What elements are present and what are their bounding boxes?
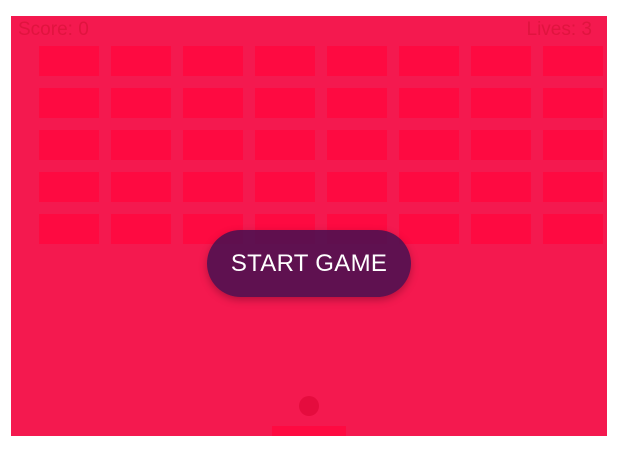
- brick: [543, 172, 603, 202]
- brick: [399, 214, 459, 244]
- score-display: Score: 0: [18, 19, 89, 40]
- game-canvas[interactable]: Score: 0 Lives: 3 START GAME: [11, 16, 607, 436]
- brick: [543, 214, 603, 244]
- brick: [255, 172, 315, 202]
- brick: [327, 172, 387, 202]
- brick: [111, 46, 171, 76]
- brick: [543, 46, 603, 76]
- brick: [39, 130, 99, 160]
- start-game-button[interactable]: START GAME: [207, 230, 411, 297]
- brick: [327, 46, 387, 76]
- brick: [39, 172, 99, 202]
- brick: [471, 172, 531, 202]
- brick: [183, 46, 243, 76]
- brick: [39, 46, 99, 76]
- brick: [111, 172, 171, 202]
- brick: [399, 130, 459, 160]
- brick: [471, 130, 531, 160]
- brick: [327, 88, 387, 118]
- brick: [111, 214, 171, 244]
- brick: [471, 46, 531, 76]
- brick: [255, 88, 315, 118]
- brick: [255, 46, 315, 76]
- brick: [327, 130, 387, 160]
- brick: [39, 214, 99, 244]
- brick: [183, 130, 243, 160]
- brick: [399, 46, 459, 76]
- brick: [471, 88, 531, 118]
- paddle[interactable]: [272, 426, 346, 436]
- lives-display: Lives: 3: [526, 19, 592, 40]
- brick: [183, 172, 243, 202]
- brick: [399, 172, 459, 202]
- brick: [111, 88, 171, 118]
- brick: [471, 214, 531, 244]
- brick: [543, 130, 603, 160]
- ball: [299, 396, 319, 416]
- brick: [183, 88, 243, 118]
- brick: [39, 88, 99, 118]
- brick: [543, 88, 603, 118]
- brick: [255, 130, 315, 160]
- brick: [111, 130, 171, 160]
- brick: [399, 88, 459, 118]
